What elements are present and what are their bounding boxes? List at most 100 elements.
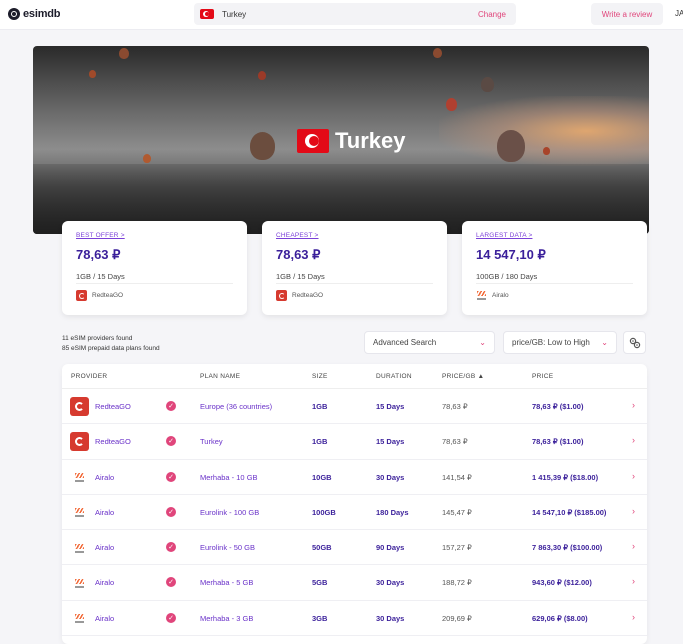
gear-icon [629,337,640,348]
balloon-image [258,71,266,80]
plan-price: 629,06 ₽ ($8.00) [532,613,588,623]
plan-duration: 180 Days [376,507,409,517]
table-row[interactable]: Airalo ✓ Merhaba - 5 GB 5GB 30 Days 188,… [62,565,647,601]
chevron-right-icon[interactable]: › [632,400,635,410]
provider-name[interactable]: Airalo [95,508,114,517]
hero-banner: Turkey [33,46,649,234]
balloon-image [446,98,457,111]
chevron-right-icon[interactable]: › [632,471,635,481]
sort-dropdown[interactable]: price/GB: Low to High ⌄ [503,331,617,354]
plan-name[interactable]: Merhaba - 3 GB [200,614,253,623]
card-price: 14 547,10 ₽ [476,247,546,262]
plan-name[interactable]: Merhaba - 5 GB [200,578,253,587]
table-row[interactable]: Airalo ✓ Merhaba - 3 GB 3GB 30 Days 209,… [62,601,647,637]
provider-name[interactable]: Airalo [95,578,114,587]
chevron-right-icon[interactable]: › [632,506,635,516]
write-review-button[interactable]: Write a review [591,3,663,25]
language-selector[interactable]: JA [675,9,683,18]
sort-label: price/GB: Low to High [512,338,590,347]
balloon-image [543,147,550,155]
turkey-flag-icon [200,9,214,19]
table-row[interactable]: RedteaGO ✓ Turkey 1GB 15 Days 78,63 ₽ 78… [62,424,647,460]
site-logo[interactable]: esimdb [8,8,61,20]
largest-data-card[interactable]: LARGEST DATA > 14 547,10 ₽ 100GB / 180 D… [462,221,647,315]
cheapest-card[interactable]: CHEAPEST > 78,63 ₽ 1GB / 15 Days RedteaG… [262,221,447,315]
plans-table: PROVIDER PLAN NAME SIZE DURATION PRICE/G… [62,364,647,644]
plan-name[interactable]: Turkey [200,437,223,446]
best-offer-card[interactable]: BEST OFFER > 78,63 ₽ 1GB / 15 Days Redte… [62,221,247,315]
plan-price-per-gb: 209,69 ₽ [442,613,472,623]
card-provider: RedteaGO [76,290,233,301]
card-label[interactable]: LARGEST DATA > [476,232,633,239]
balloon-image [481,77,494,92]
balloon-image [89,70,96,78]
plan-name[interactable]: Eurolink - 50 GB [200,543,255,552]
header-plan[interactable]: PLAN NAME [200,373,240,380]
chevron-right-icon[interactable]: › [632,541,635,551]
verified-icon: ✓ [166,471,176,482]
top-bar: esimdb Turkey Change Write a review JA [0,0,683,30]
provider-name[interactable]: RedteaGO [95,402,131,411]
card-label[interactable]: BEST OFFER > [76,232,233,239]
chevron-right-icon[interactable]: › [632,576,635,586]
redteago-logo-icon [70,432,89,452]
plan-name[interactable]: Europe (36 countries) [200,402,272,411]
plan-duration: 30 Days [376,613,405,623]
header-price-gb[interactable]: PRICE/GB ▲ [442,373,484,380]
verified-icon: ✓ [166,577,176,588]
plan-size: 1GB [312,437,328,447]
header-price[interactable]: PRICE [532,373,553,380]
table-header: PROVIDER PLAN NAME SIZE DURATION PRICE/G… [62,364,647,389]
country-search[interactable]: Turkey Change [194,3,516,25]
plan-price-per-gb: 157,27 ₽ [442,543,472,553]
chevron-right-icon[interactable]: › [632,435,635,445]
plan-name[interactable]: Eurolink - 100 GB [200,508,259,517]
hero-title: Turkey [297,128,406,154]
header-size[interactable]: SIZE [312,373,328,380]
card-plan-summary: 1GB / 15 Days [276,272,325,281]
table-row[interactable]: Airalo ✓ Merhaba - 10 GB 10GB 30 Days 14… [62,460,647,495]
results-count: 11 eSIM providers found 85 eSIM prepaid … [62,334,160,354]
plan-size: 1GB [312,402,328,411]
card-provider: RedteaGO [276,290,433,301]
verified-icon: ✓ [166,401,176,411]
provider-name[interactable]: Airalo [95,614,114,623]
balloon-image [143,154,151,163]
plan-size: 10GB [312,472,332,482]
selected-country: Turkey [222,9,247,19]
card-price: 78,63 ₽ [276,247,321,262]
turkey-flag-icon [297,129,329,153]
header-duration[interactable]: DURATION [376,373,412,380]
table-row[interactable]: Airalo ✓ Eurolink - 50 GB 50GB 90 Days 1… [62,530,647,566]
change-country-link[interactable]: Change [478,10,506,19]
provider-name[interactable]: Airalo [95,543,114,552]
providers-count: 11 eSIM providers found [62,335,133,342]
airalo-logo-icon [70,609,89,628]
plan-duration: 30 Days [376,578,405,588]
plan-price: 1 415,39 ₽ ($18.00) [532,472,599,482]
plan-price-per-gb: 141,54 ₽ [442,472,472,482]
verified-icon: ✓ [166,506,176,517]
card-provider-name: RedteaGO [92,292,124,299]
settings-button[interactable] [623,331,646,354]
chevron-right-icon[interactable]: › [632,612,635,622]
header-provider[interactable]: PROVIDER [71,373,107,380]
provider-name[interactable]: RedteaGO [95,437,131,446]
table-row[interactable]: Airalo ✓ Eurolink - 100 GB 100GB 180 Day… [62,495,647,531]
advanced-search-dropdown[interactable]: Advanced Search ⌄ [364,331,495,354]
balloon-image [250,132,275,160]
table-row[interactable]: RedteaGO ✓ Europe (36 countries) 1GB 15 … [62,389,647,425]
card-label[interactable]: CHEAPEST > [276,232,433,239]
airalo-logo-icon [476,290,487,300]
card-provider: Airalo [476,290,633,300]
plan-size: 3GB [312,613,328,623]
balloon-image [119,48,129,59]
airalo-logo-icon [70,538,89,557]
plan-name[interactable]: Merhaba - 10 GB [200,473,258,482]
country-title: Turkey [335,128,406,153]
redteago-logo-icon [70,397,89,416]
card-provider-name: Airalo [492,291,509,299]
provider-name[interactable]: Airalo [95,473,114,482]
advanced-search-label: Advanced Search [373,338,437,347]
plan-price-per-gb: 145,47 ₽ [442,507,472,517]
